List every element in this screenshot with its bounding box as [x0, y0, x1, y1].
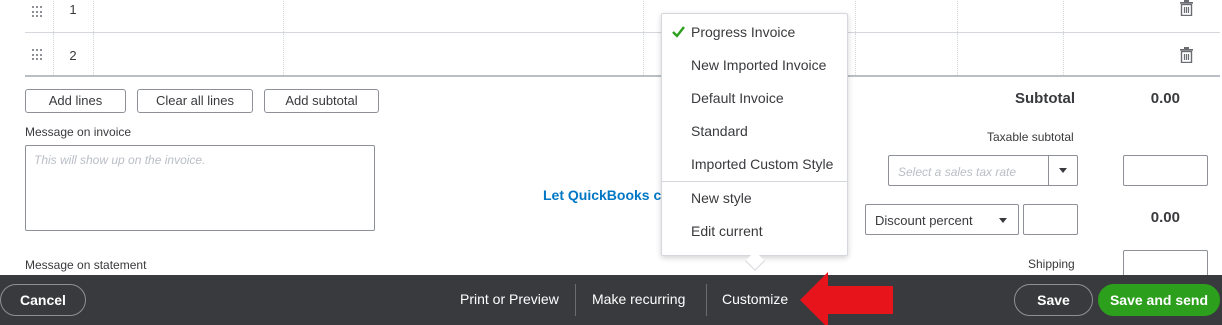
menu-item-standard[interactable]: Standard	[662, 115, 847, 148]
row-number: 2	[69, 48, 77, 63]
message-on-statement-label: Message on statement	[25, 258, 147, 272]
menu-item-label: Imported Custom Style	[691, 156, 834, 172]
footer-toolbar: Cancel Print or Preview Make recurring C…	[0, 275, 1222, 325]
chevron-down-icon[interactable]	[1048, 156, 1077, 185]
trash-icon[interactable]	[1180, 0, 1193, 16]
sales-tax-rate-select[interactable]: Select a sales tax rate	[888, 155, 1078, 186]
menu-item-progress-invoice[interactable]: Progress Invoice	[662, 16, 847, 49]
sales-tax-placeholder: Select a sales tax rate	[898, 165, 1017, 179]
discount-type-value: Discount percent	[875, 213, 973, 228]
drag-handle-icon[interactable]	[32, 49, 44, 61]
chevron-down-icon	[999, 218, 1007, 223]
menu-item-new-style[interactable]: New style	[662, 182, 847, 215]
menu-item-default-invoice[interactable]: Default Invoice	[662, 82, 847, 115]
sales-tax-amount-input[interactable]	[1123, 155, 1208, 186]
trash-icon[interactable]	[1180, 47, 1193, 63]
taxable-subtotal-label: Taxable subtotal	[987, 130, 1074, 144]
menu-item-label: New Imported Invoice	[691, 57, 827, 73]
customize-link[interactable]: Customize	[722, 291, 788, 307]
annotation-arrow-icon	[800, 272, 893, 325]
drag-handle-icon[interactable]	[32, 6, 44, 18]
menu-item-label: New style	[691, 190, 752, 206]
discount-input[interactable]	[1023, 204, 1078, 235]
make-recurring-link[interactable]: Make recurring	[592, 291, 685, 307]
menu-item-new-imported-invoice[interactable]: New Imported Invoice	[662, 49, 847, 82]
line-items-table: 1 2	[25, 0, 1220, 78]
table-row[interactable]: 2	[25, 33, 1220, 77]
footer-divider	[575, 284, 576, 316]
add-subtotal-button[interactable]: Add subtotal	[264, 89, 379, 113]
message-on-invoice-input[interactable]: This will show up on the invoice.	[25, 145, 375, 231]
menu-item-label: Standard	[691, 123, 748, 139]
quickbooks-promo-link[interactable]: Let QuickBooks ca	[543, 187, 669, 203]
cancel-button[interactable]: Cancel	[0, 284, 86, 316]
save-and-send-button[interactable]: Save and send	[1098, 284, 1220, 316]
print-or-preview-link[interactable]: Print or Preview	[460, 291, 559, 307]
menu-item-label: Edit current	[691, 223, 763, 239]
message-on-invoice-label: Message on invoice	[25, 125, 132, 139]
checkmark-icon	[672, 26, 685, 38]
save-button[interactable]: Save	[1014, 284, 1093, 316]
menu-item-edit-current[interactable]: Edit current	[662, 215, 847, 248]
customize-menu: Progress Invoice New Imported Invoice De…	[661, 13, 848, 256]
subtotal-value: 0.00	[1150, 90, 1180, 107]
menu-item-label: Default Invoice	[691, 90, 784, 106]
table-row[interactable]: 1	[25, 0, 1220, 33]
clear-all-lines-button[interactable]: Clear all lines	[137, 89, 253, 113]
subtotal-label: Subtotal	[1015, 90, 1075, 107]
menu-item-imported-custom-style[interactable]: Imported Custom Style	[662, 148, 847, 181]
discount-type-select[interactable]: Discount percent	[865, 204, 1019, 235]
discount-value: 0.00	[1150, 209, 1180, 226]
footer-divider	[706, 284, 707, 316]
message-placeholder: This will show up on the invoice.	[34, 153, 206, 167]
shipping-label: Shipping	[1028, 257, 1075, 271]
add-lines-button[interactable]: Add lines	[25, 89, 126, 113]
menu-item-label: Progress Invoice	[691, 24, 796, 40]
row-number: 1	[69, 2, 77, 17]
